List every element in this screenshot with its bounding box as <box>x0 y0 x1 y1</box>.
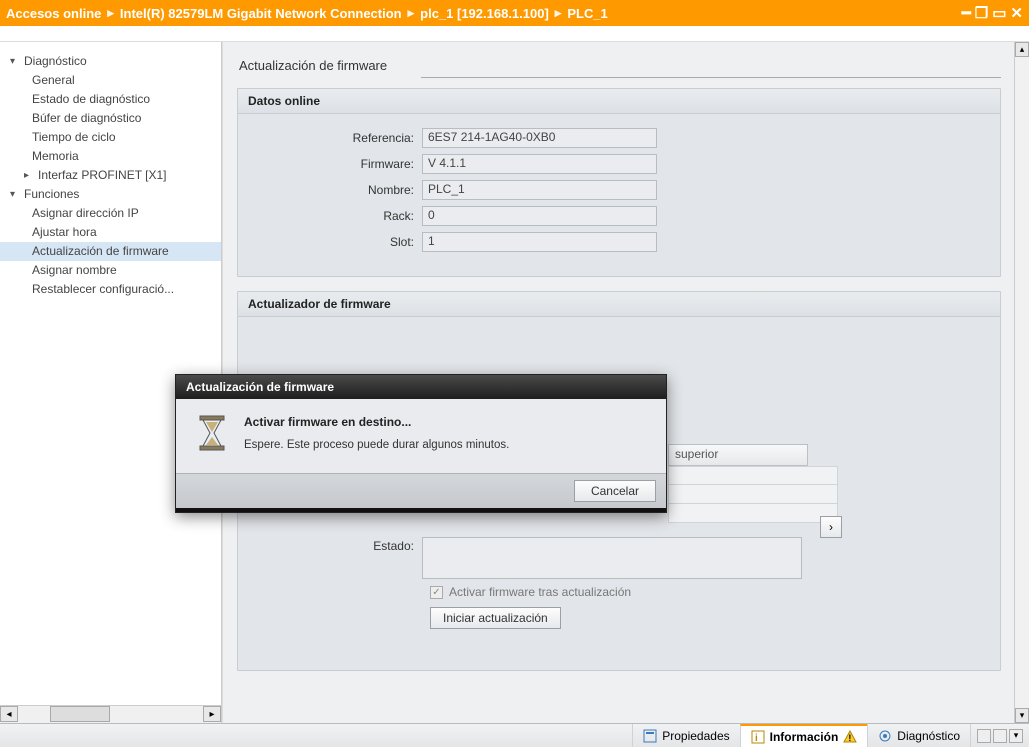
info-icon: i <box>751 730 765 744</box>
sidebar-horizontal-scrollbar[interactable]: ◂ ▸ <box>0 705 221 723</box>
panel-header: Actualizador de firmware <box>238 292 1000 317</box>
scroll-thumb[interactable] <box>50 706 110 722</box>
panel-layout-icon[interactable] <box>993 729 1007 743</box>
diagnostic-icon <box>878 729 892 743</box>
chevron-right-icon: ▸ <box>107 5 114 21</box>
scroll-up-icon[interactable]: ▴ <box>1015 42 1029 57</box>
dialog-title: Actualización de firmware <box>176 375 666 399</box>
scroll-track[interactable] <box>1015 57 1029 708</box>
panel-header: Datos online <box>238 89 1000 114</box>
tree-node-ajustar-hora[interactable]: Ajustar hora <box>0 223 221 242</box>
field-nombre: PLC_1 <box>422 180 657 200</box>
chevron-right-icon: › <box>829 520 833 534</box>
svg-text:i: i <box>755 733 758 744</box>
caret-down-icon: ▾ <box>10 52 20 71</box>
window-controls: ━ ❐ ▭ ✕ <box>962 6 1023 21</box>
scroll-right-icon[interactable]: ▸ <box>203 706 221 722</box>
maximize-icon[interactable]: ▭ <box>992 6 1006 21</box>
cancel-button[interactable]: Cancelar <box>574 480 656 502</box>
tree-node-general[interactable]: General <box>0 71 221 90</box>
title-bar: Accesos online ▸ Intel(R) 82579LM Gigabi… <box>0 0 1029 26</box>
tree-node-restablecer[interactable]: Restablecer configuració... <box>0 280 221 299</box>
panel-dropdown-icon[interactable]: ▾ <box>1009 729 1023 743</box>
tree-node-diagnostico[interactable]: ▾ Diagnóstico <box>0 52 221 71</box>
tab-label: Información <box>770 730 839 744</box>
properties-icon <box>643 729 657 743</box>
tree-node-tiempo[interactable]: Tiempo de ciclo <box>0 128 221 147</box>
bottom-tab-bar: Propiedades i Información ! Diagnóstico … <box>0 723 1029 747</box>
label-nombre: Nombre: <box>252 183 422 197</box>
table-row <box>668 485 838 504</box>
panel-datos-online: Datos online Referencia: 6ES7 214-1AG40-… <box>237 88 1001 277</box>
label-estado: Estado: <box>252 537 422 579</box>
field-firmware: V 4.1.1 <box>422 154 657 174</box>
tree-node-estado[interactable]: Estado de diagnóstico <box>0 90 221 109</box>
page-title: Actualización de firmware <box>237 54 1015 79</box>
breadcrumb-item[interactable]: Intel(R) 82579LM Gigabit Network Connect… <box>120 6 402 21</box>
label-rack: Rack: <box>252 209 422 223</box>
scroll-down-icon[interactable]: ▾ <box>1015 708 1029 723</box>
main-area: ▾ Diagnóstico General Estado de diagnóst… <box>0 42 1029 723</box>
caret-down-icon: ▾ <box>10 185 20 204</box>
scroll-track[interactable] <box>18 706 203 723</box>
tree-node-bufer[interactable]: Búfer de diagnóstico <box>0 109 221 128</box>
label-firmware: Firmware: <box>252 157 422 171</box>
breadcrumb-item[interactable]: PLC_1 <box>567 6 607 21</box>
breadcrumb-item[interactable]: plc_1 [192.168.1.100] <box>420 6 549 21</box>
field-rack: 0 <box>422 206 657 226</box>
dialog-heading: Activar firmware en destino... <box>244 415 509 429</box>
field-estado <box>422 537 802 579</box>
tree-node-act-firmware[interactable]: Actualización de firmware <box>0 242 221 261</box>
tree-node-memoria[interactable]: Memoria <box>0 147 221 166</box>
tree-node-profinet[interactable]: ▸Interfaz PROFINET [X1] <box>0 166 221 185</box>
svg-text:!: ! <box>849 733 852 743</box>
arrow-right-button[interactable]: › <box>820 516 842 538</box>
nav-tree: ▾ Diagnóstico General Estado de diagnóst… <box>0 42 221 299</box>
table-row <box>668 466 838 485</box>
caret-right-icon: ▸ <box>24 166 34 185</box>
content-vertical-scrollbar[interactable]: ▴ ▾ <box>1014 42 1029 723</box>
breadcrumb-item[interactable]: Accesos online <box>6 6 101 21</box>
title-rule <box>421 77 1001 78</box>
tab-informacion[interactable]: i Información ! <box>740 724 868 747</box>
tab-diagnostico[interactable]: Diagnóstico <box>867 724 970 747</box>
scroll-left-icon[interactable]: ◂ <box>0 706 18 722</box>
dialog-actualizacion-firmware: Actualización de firmware Activar firmwa… <box>175 374 667 513</box>
bottom-right-controls: ▾ <box>970 724 1029 747</box>
warning-icon: ! <box>843 730 857 744</box>
dialog-bottom-edge <box>176 508 666 512</box>
checkbox-label: Activar firmware tras actualización <box>449 585 631 599</box>
dialog-message: Espere. Este proceso puede durar algunos… <box>244 439 509 451</box>
field-referencia: 6ES7 214-1AG40-0XB0 <box>422 128 657 148</box>
tree-node-asignar-ip[interactable]: Asignar dirección IP <box>0 204 221 223</box>
breadcrumb: Accesos online ▸ Intel(R) 82579LM Gigabi… <box>6 5 608 21</box>
label-slot: Slot: <box>252 235 422 249</box>
checkbox-activar-firmware[interactable]: ✓ Activar firmware tras actualización <box>430 585 986 599</box>
table-row <box>668 504 838 523</box>
tree-label: Diagnóstico <box>24 52 87 71</box>
tree-node-asignar-nombre[interactable]: Asignar nombre <box>0 261 221 280</box>
tab-propiedades[interactable]: Propiedades <box>632 724 739 747</box>
hourglass-icon <box>194 415 230 455</box>
restore-icon[interactable]: ❐ <box>975 6 988 21</box>
panel-collapse-icon[interactable] <box>977 729 991 743</box>
tree-node-funciones[interactable]: ▾ Funciones <box>0 185 221 204</box>
iniciar-actualizacion-button[interactable]: Iniciar actualización <box>430 607 561 629</box>
minimize-icon[interactable]: ━ <box>962 6 971 21</box>
tree-label: Funciones <box>24 185 79 204</box>
chevron-right-icon: ▸ <box>408 5 415 21</box>
close-icon[interactable]: ✕ <box>1010 6 1023 21</box>
checkbox-icon: ✓ <box>430 586 443 599</box>
tab-label: Diagnóstico <box>897 729 960 743</box>
chevron-right-icon: ▸ <box>555 5 562 21</box>
sub-bar <box>0 26 1029 42</box>
table-rows-partial <box>668 466 838 523</box>
dropdown-superior-partial[interactable]: superior <box>668 444 808 466</box>
tab-label: Propiedades <box>662 729 729 743</box>
label-referencia: Referencia: <box>252 131 422 145</box>
field-slot: 1 <box>422 232 657 252</box>
